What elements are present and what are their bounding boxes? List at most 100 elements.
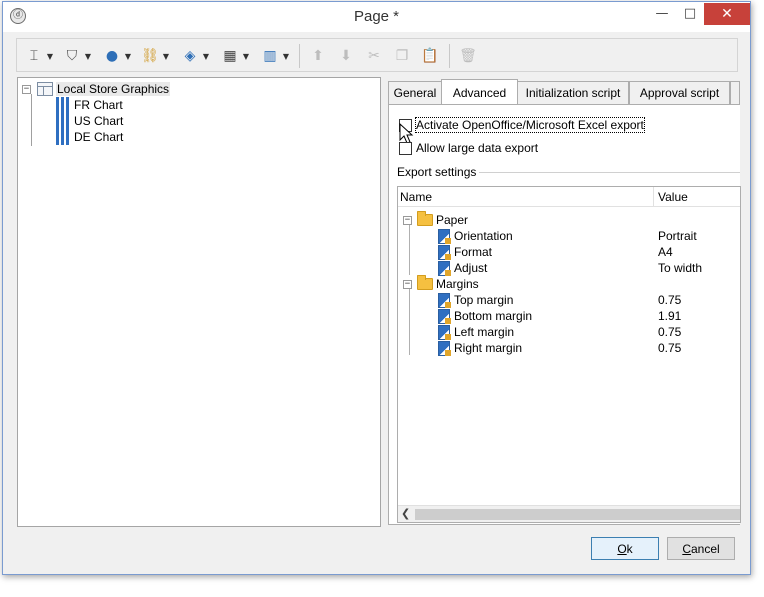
insert-dropdown[interactable]: ⌶ ▼ <box>25 46 55 66</box>
copy-button[interactable]: ❐ <box>393 46 411 66</box>
parameter-icon <box>438 340 451 356</box>
bar-chart-icon <box>56 113 70 129</box>
tab-advanced[interactable]: Advanced <box>441 79 518 105</box>
table-dropdown[interactable]: ▦ ▼ <box>221 46 251 66</box>
columns-icon: ▥ <box>263 48 277 64</box>
setting-value[interactable]: 0.75 <box>658 341 681 355</box>
tree-node-fr-chart[interactable]: FR Chart <box>56 97 124 113</box>
setting-name: Bottom margin <box>454 309 533 323</box>
parameter-icon <box>438 244 451 260</box>
tree-node-label: US Chart <box>74 114 124 128</box>
paste-button[interactable]: 📋 <box>421 46 439 66</box>
collapse-icon[interactable]: − <box>403 279 412 289</box>
toolbar-separator <box>299 44 300 68</box>
grid-row[interactable]: Top margin 0.75 <box>398 292 740 308</box>
group-name: Paper <box>436 213 469 227</box>
setting-name: Format <box>454 245 493 259</box>
link-dropdown[interactable]: ⛓ ▼ <box>141 46 171 66</box>
cancel-mnemonic: C <box>682 542 691 556</box>
tree-node-us-chart[interactable]: US Chart <box>56 113 124 129</box>
layers-icon: ◈ <box>184 48 196 64</box>
chevron-down-icon: ▼ <box>202 51 210 61</box>
tree-node-de-chart[interactable]: DE Chart <box>56 129 124 145</box>
layers-dropdown[interactable]: ◈ ▼ <box>181 46 211 66</box>
grid-row[interactable]: Orientation Portrait <box>398 228 740 244</box>
arrow-down-icon: ⬇ <box>340 48 352 64</box>
setting-value[interactable]: 0.75 <box>658 293 681 307</box>
export-settings-grid: Name Value − Paper Orientation Portrait … <box>397 186 741 523</box>
setting-value[interactable]: To width <box>658 261 702 275</box>
chevron-down-icon: ▼ <box>282 51 290 61</box>
grid-row-margins[interactable]: − Margins <box>398 275 740 292</box>
large-export-option[interactable]: Allow large data export <box>399 141 538 155</box>
ok-label: k <box>626 542 633 556</box>
setting-value[interactable]: 0.75 <box>658 325 681 339</box>
toolbar: ⌶ ▼ ⛉ ▼ ● ▼ ⛓ ▼ ◈ ▼ ▦ ▼ ▥ ▼ ⬆ ⬇ ✂ ❐ 📋 🗑 <box>16 38 738 72</box>
tab-general[interactable]: General <box>388 81 442 104</box>
text-cursor-icon: ⌶ <box>29 48 39 64</box>
move-up-button[interactable]: ⬆ <box>309 46 327 66</box>
tree-connector <box>31 94 32 146</box>
ok-button[interactable]: Ok <box>591 537 659 560</box>
move-down-button[interactable]: ⬇ <box>337 46 355 66</box>
tree-node-label: Local Store Graphics <box>56 82 171 96</box>
group-name: Margins <box>436 277 479 291</box>
window-title: Page * <box>353 8 400 25</box>
tab-overflow[interactable] <box>730 81 740 104</box>
cut-button[interactable]: ✂ <box>365 46 383 66</box>
trash-icon: 🗑 <box>459 48 477 64</box>
setting-name: Top margin <box>454 293 514 307</box>
parameter-icon <box>438 292 451 308</box>
setting-name: Adjust <box>454 261 488 275</box>
scroll-left-icon[interactable]: ❮ <box>401 507 410 520</box>
table-icon <box>37 82 53 96</box>
tree-node-root[interactable]: − Local Store Graphics <box>22 81 171 97</box>
setting-name: Left margin <box>454 325 515 339</box>
toolbar-separator <box>449 44 450 68</box>
column-header-value[interactable]: Value <box>658 190 688 204</box>
large-export-label: Allow large data export <box>416 141 539 155</box>
copy-icon: ❐ <box>395 48 409 64</box>
columns-dropdown[interactable]: ▥ ▼ <box>261 46 291 66</box>
ok-mnemonic: O <box>617 542 627 556</box>
scissors-icon: ✂ <box>368 48 380 64</box>
setting-name: Orientation <box>454 229 513 243</box>
delete-button[interactable]: 🗑 <box>459 46 477 66</box>
grid-row[interactable]: Adjust To width <box>398 260 740 276</box>
close-button[interactable]: ✕ <box>704 3 750 25</box>
filter-dropdown[interactable]: ⛉ ▼ <box>63 46 93 66</box>
collapse-icon[interactable]: − <box>22 84 31 94</box>
grid-header: Name Value <box>398 187 740 207</box>
cancel-button[interactable]: Cancel <box>667 537 735 560</box>
grid-row[interactable]: Left margin 0.75 <box>398 324 740 340</box>
web-dropdown[interactable]: ● ▼ <box>103 46 133 66</box>
tab-initialization-script[interactable]: Initialization script <box>517 81 629 104</box>
arrow-up-icon: ⬆ <box>312 48 324 64</box>
grid-row[interactable]: Right margin 0.75 <box>398 340 740 356</box>
group-divider <box>479 172 740 173</box>
title-bar[interactable]: ⓓ Page * — □ ✕ <box>3 2 750 32</box>
setting-value[interactable]: A4 <box>658 245 673 259</box>
minimize-button[interactable]: — <box>648 3 676 25</box>
setting-value[interactable]: Portrait <box>658 229 697 243</box>
horizontal-scrollbar[interactable]: ❮ <box>398 505 740 522</box>
collapse-icon[interactable]: − <box>403 215 412 225</box>
chevron-down-icon: ▼ <box>84 51 92 61</box>
large-export-checkbox[interactable] <box>399 141 412 155</box>
setting-value[interactable]: 1.91 <box>658 309 681 323</box>
parameter-icon <box>438 324 451 340</box>
grid-row-paper[interactable]: − Paper <box>398 211 740 228</box>
folder-icon <box>417 211 433 226</box>
scrollbar-thumb[interactable] <box>415 509 740 520</box>
column-header-name[interactable]: Name <box>400 190 432 204</box>
maximize-button[interactable]: □ <box>676 3 704 25</box>
grid-row[interactable]: Bottom margin 1.91 <box>398 308 740 324</box>
chevron-down-icon: ▼ <box>124 51 132 61</box>
grid-row[interactable]: Format A4 <box>398 244 740 260</box>
page-dialog: ⓓ Page * — □ ✕ ⌶ ▼ ⛉ ▼ ● ▼ ⛓ ▼ ◈ ▼ ▦ ▼ ▥… <box>2 1 751 575</box>
folder-icon <box>417 275 433 290</box>
chevron-down-icon: ▼ <box>162 51 170 61</box>
activate-export-option[interactable]: Activate OpenOffice/Microsoft Excel expo… <box>399 117 645 133</box>
bar-chart-icon <box>56 129 70 145</box>
tab-approval-script[interactable]: Approval script <box>629 81 730 104</box>
